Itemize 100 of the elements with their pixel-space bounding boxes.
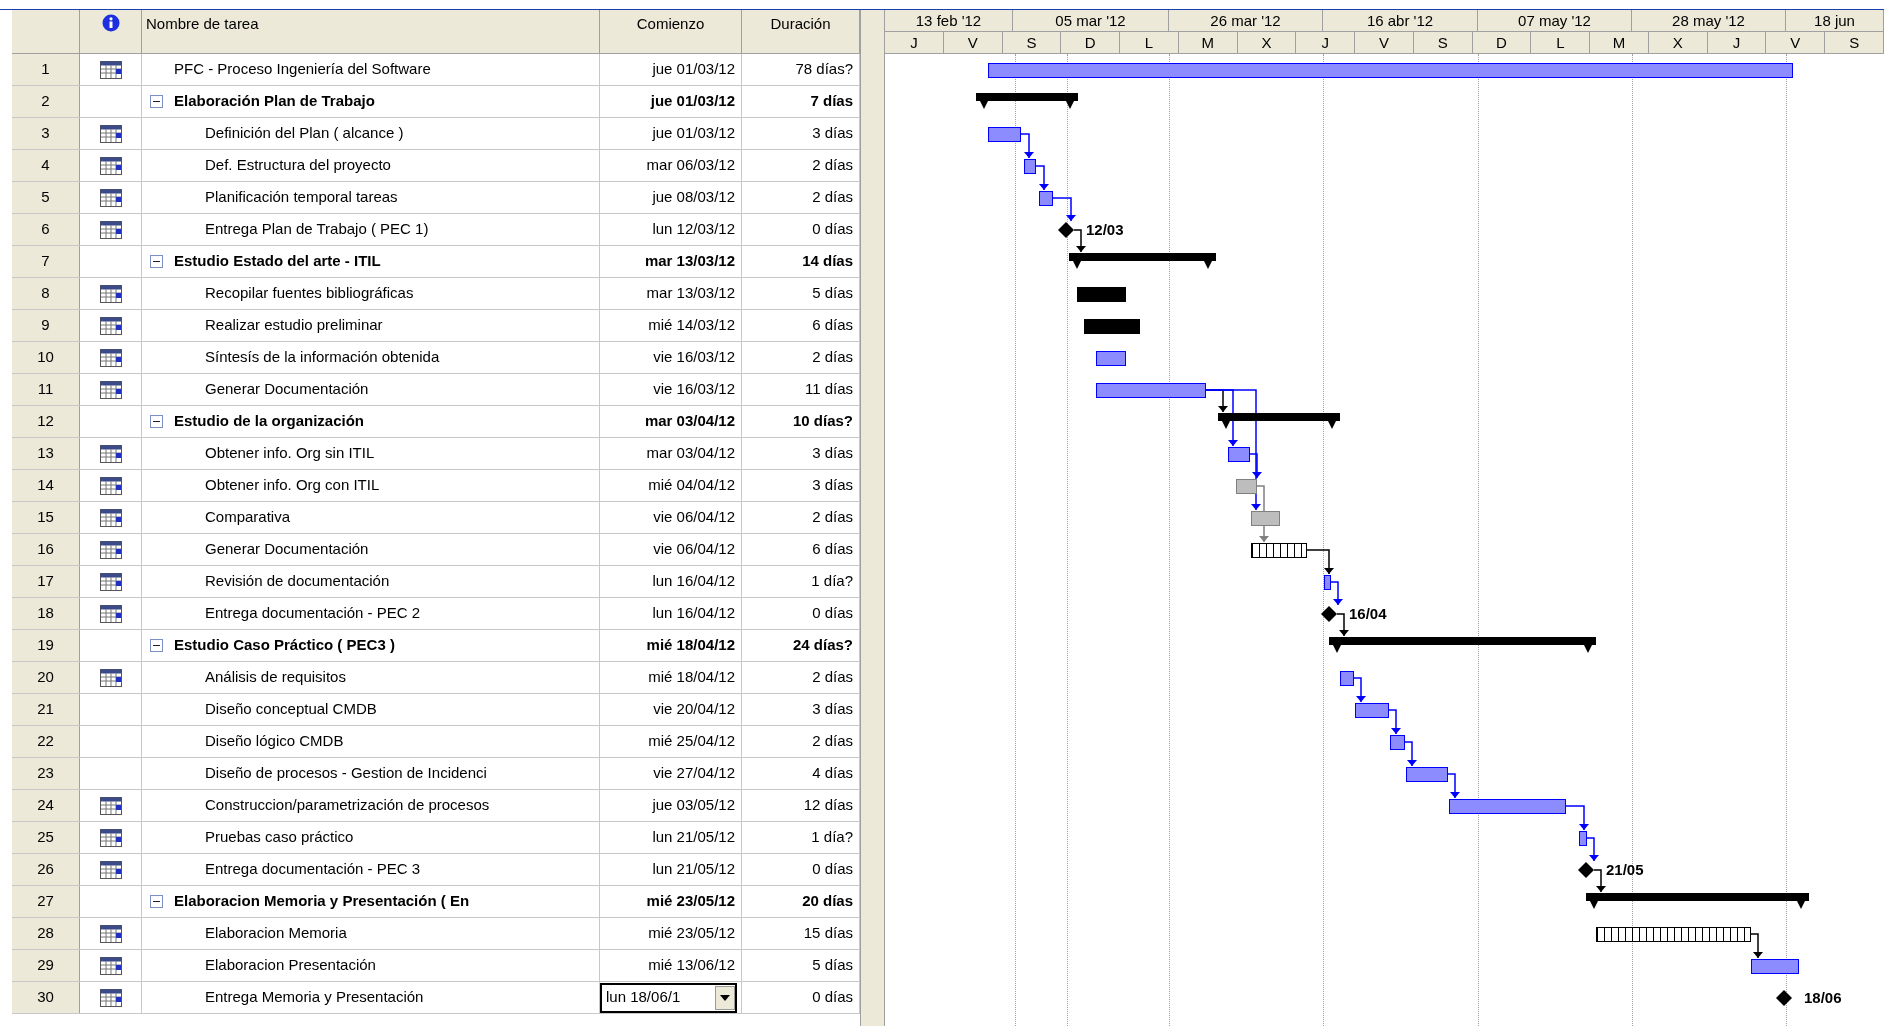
row-number: 7 [12,246,80,277]
calendar-table-icon [99,540,122,559]
duration: 24 días? [792,635,853,656]
collapse-icon[interactable] [150,95,163,108]
task-bar [1324,575,1331,590]
duration: 1 día? [811,571,853,592]
duration: 2 días [812,347,853,368]
calendar-table-icon [99,380,122,399]
task-bar [1340,671,1354,686]
row-number: 25 [12,822,80,853]
duration: 12 días [803,795,853,816]
milestone-diamond [1058,222,1074,238]
task-bar [1251,511,1280,526]
row-number: 29 [12,950,80,981]
calendar-table-icon [99,188,122,207]
duration: 2 días [812,507,853,528]
row-number: 17 [12,566,80,597]
timescale-day-label: V [1355,32,1414,53]
start-date: mié 18/04/12 [648,667,736,688]
task-name: Construccion/parametrización de procesos [205,795,490,816]
row-number: 9 [12,310,80,341]
task-name: Recopilar fuentes bibliográficas [205,283,414,304]
row-number: 2 [12,86,80,117]
start-date: jue 01/03/12 [650,91,736,112]
task-name: PFC - Proceso Ingeniería del Software [174,59,431,80]
task-name: Obtener info. Org con ITIL [205,475,380,496]
calendar-table-icon [99,796,122,815]
milestone-diamond [1578,862,1594,878]
timescale-week-label: 13 feb '12 [885,10,1013,31]
column-header[interactable]: Comienzo [636,13,705,53]
calendar-table-icon [99,316,122,335]
task-name: Planificación temporal tareas [205,187,398,208]
start-date: mié 23/05/12 [646,891,736,912]
dependency-arrow [1336,613,1349,637]
calendar-table-icon [99,220,122,239]
dependency-arrow [1073,229,1086,253]
task-name: Estudio Estado del arte - ITIL [174,251,381,272]
timescale-day-label: D [1472,32,1532,53]
duration: 0 días [812,219,853,240]
dependency-arrow [1593,869,1606,893]
row-number: 27 [12,886,80,917]
task-name: Elaboracion Memoria y Presentación ( En [174,891,470,912]
timescale-day-label: M [1178,32,1238,53]
timescale-day-label: M [1590,32,1649,53]
row-number: 12 [12,406,80,437]
calendar-table-icon [99,444,122,463]
duration: 0 días [812,859,853,880]
task-name: Comparativa [205,507,291,528]
start-date: lun 16/04/12 [652,571,736,592]
timescale-day-label: D [1061,32,1121,53]
task-name: Entrega documentación - PEC 3 [205,859,421,880]
milestone-date: 12/03 [1086,220,1124,240]
duration: 14 días [802,251,853,272]
dependency-arrow [1586,837,1599,862]
duration: 0 días [812,603,853,624]
calendar-table-icon [99,508,122,527]
start-date-dropdown[interactable]: lun 18/06/1 [600,982,737,1013]
task-name: Diseño de procesos - Gestion de Incidenci [205,763,487,784]
start-date: vie 16/03/12 [653,379,736,400]
collapse-icon[interactable] [150,895,163,908]
start-date: vie 16/03/12 [653,347,736,368]
duration: 6 días [812,539,853,560]
calendar-table-icon [99,572,122,591]
duration: 0 días [812,987,853,1008]
column-header[interactable]: Nombre de tarea [146,15,259,32]
duration: 2 días [812,731,853,752]
milestone-date: 16/04 [1349,604,1387,624]
column-header[interactable]: Duración [770,13,831,53]
row-number: 30 [12,982,80,1013]
task-name: Estudio de la organización [174,411,365,432]
start-date: jue 08/03/12 [652,187,736,208]
task-name: Def. Estructura del proyecto [205,155,391,176]
dependency-arrow [1035,165,1049,191]
timescale-day-label: X [1237,32,1297,53]
collapse-icon[interactable] [150,255,163,268]
start-date: lun 21/05/12 [652,827,736,848]
calendar-table-icon [99,124,122,143]
calendar-table-icon [99,668,122,687]
start-date: vie 06/04/12 [653,507,736,528]
task-bar [1236,479,1257,494]
task-name: Elaboracion Presentación [205,955,376,976]
row-number: 8 [12,278,80,309]
timescale-day-label: S [1825,32,1884,53]
dependency-arrow [1052,197,1076,222]
collapse-icon[interactable] [150,639,163,652]
task-bar [1751,959,1799,974]
row-number: 26 [12,854,80,885]
calendar-table-icon [99,60,122,79]
start-date: vie 27/04/12 [653,763,736,784]
calendar-table-icon [99,988,122,1007]
timescale-day-label: X [1648,32,1708,53]
calendar-table-icon [99,860,122,879]
duration: 2 días [812,155,853,176]
dependency-arrow [1020,133,1034,159]
task-name: Generar Documentación [205,379,369,400]
start-date: mié 23/05/12 [648,923,736,944]
collapse-icon[interactable] [150,415,163,428]
task-name: Entrega Plan de Trabajo ( PEC 1) [205,219,429,240]
task-bar [1355,703,1389,718]
row-number: 22 [12,726,80,757]
